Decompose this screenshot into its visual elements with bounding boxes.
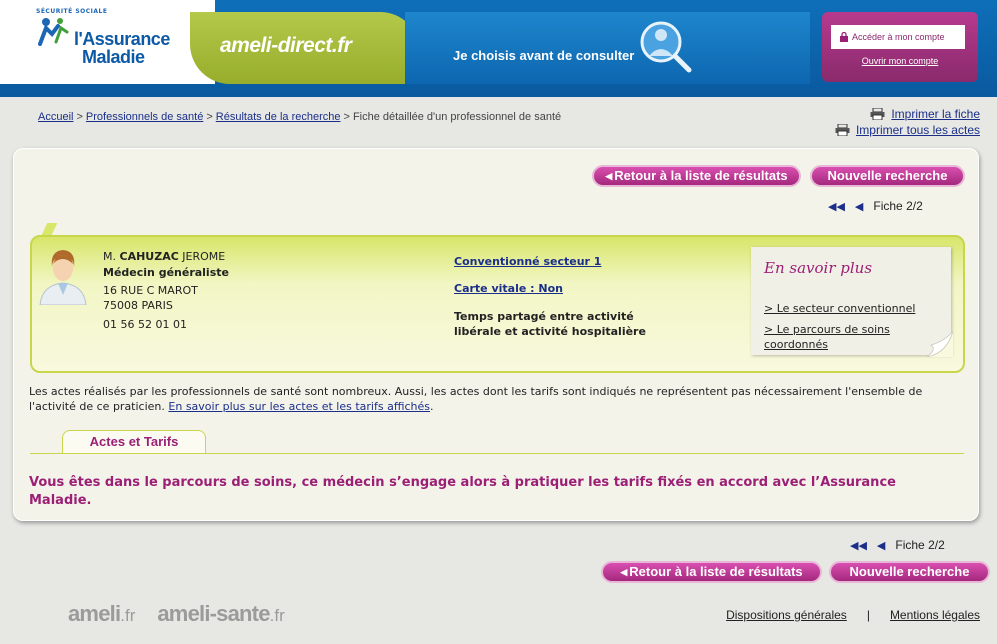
logo-tagline: SÉCURITÉ SOCIALE bbox=[36, 8, 108, 15]
lock-icon bbox=[840, 32, 848, 42]
doctor-address1: 16 RUE C MAROT bbox=[103, 284, 198, 297]
slogan-text: Je choisis avant de consulter bbox=[453, 48, 635, 63]
pager-label: Fiche 2/2 bbox=[873, 199, 923, 213]
en-savoir-plus-box: En savoir plus > Le secteur conventionne… bbox=[751, 247, 953, 357]
footer-separator: | bbox=[866, 608, 870, 622]
account-access-label: Accéder à mon compte bbox=[852, 32, 945, 42]
doctor-name: M. CAHUZAC JEROME bbox=[103, 249, 229, 265]
ameli-sante-logo[interactable]: ameli-sante.fr bbox=[157, 601, 284, 626]
previous-page-icon[interactable]: ◀ bbox=[855, 201, 863, 213]
breadcrumb-professionnels[interactable]: Professionnels de santé bbox=[86, 111, 203, 123]
new-search-button[interactable]: Nouvelle recherche bbox=[810, 165, 965, 187]
actes-notice: Les actes réalisés par les professionnel… bbox=[29, 384, 959, 414]
new-search-button[interactable]: Nouvelle recherche bbox=[829, 561, 990, 583]
actes-info-link[interactable]: En savoir plus sur les actes et les tari… bbox=[168, 400, 430, 413]
doctor-info: M. CAHUZAC JEROME Médecin généraliste 16… bbox=[103, 249, 229, 333]
doctor-card: M. CAHUZAC JEROME Médecin généraliste 16… bbox=[30, 235, 965, 373]
breadcrumb-separator: > bbox=[76, 111, 83, 123]
actes-notice-text: Les actes réalisés par les professionnel… bbox=[29, 385, 923, 413]
pager-label: Fiche 2/2 bbox=[895, 538, 945, 552]
doctor-avatar-icon bbox=[39, 250, 87, 305]
magnifier-doctor-icon bbox=[640, 21, 692, 73]
breadcrumb-home[interactable]: Accueil bbox=[38, 111, 73, 123]
back-arrow-icon: ◀ bbox=[605, 171, 613, 181]
back-to-results-label: Retour à la liste de résultats bbox=[614, 168, 788, 183]
first-page-icon[interactable]: ◀◀ bbox=[828, 201, 845, 213]
dispositions-generales-link[interactable]: Dispositions générales bbox=[726, 608, 847, 622]
ameli-sante-logo-main: ameli-sante bbox=[157, 601, 270, 626]
print-sheet-link[interactable]: Imprimer la fiche bbox=[891, 107, 980, 121]
logo-line2: Maladie bbox=[82, 47, 145, 67]
breadcrumb-current: Fiche détaillée d'un professionnel de sa… bbox=[352, 111, 562, 123]
printer-icon bbox=[870, 108, 885, 120]
parcours-soins-link-line1: > Le parcours de soins bbox=[764, 323, 890, 336]
printer-icon bbox=[835, 124, 850, 136]
logo-figures-icon bbox=[38, 18, 69, 46]
print-all-link[interactable]: Imprimer tous les actes bbox=[856, 123, 980, 137]
parcours-message: Vous êtes dans le parcours de soins, ce … bbox=[29, 475, 896, 508]
actes-notice-end: . bbox=[429, 400, 434, 413]
detail-panel: ◀ Retour à la liste de résultats Nouvelle… bbox=[13, 148, 979, 521]
print-links: Imprimer la fiche Imprimer tous les acte… bbox=[835, 107, 980, 139]
doctor-specialty: Médecin généraliste bbox=[103, 266, 229, 279]
slogan-band: Je choisis avant de consulter bbox=[405, 12, 810, 84]
carte-vitale-link[interactable]: Carte vitale : Non bbox=[454, 282, 646, 295]
first-page-icon[interactable]: ◀◀ bbox=[850, 540, 867, 552]
doctor-lastname: CAHUZAC bbox=[119, 250, 179, 263]
site-name-tab[interactable]: ameli-direct.fr bbox=[190, 12, 420, 84]
breadcrumb-separator: > bbox=[343, 111, 350, 123]
assurance-maladie-logo[interactable]: SÉCURITÉ SOCIALE l'Assurance Maladie bbox=[0, 0, 215, 84]
pager-top: ◀◀ ◀ Fiche 2/2 bbox=[828, 199, 923, 213]
back-to-results-button[interactable]: ◀ Retour à la liste de résultats bbox=[592, 165, 801, 187]
footer-logos: ameli.fr ameli-sante.fr bbox=[68, 601, 285, 627]
new-search-label: Nouvelle recherche bbox=[827, 168, 948, 183]
previous-page-icon[interactable]: ◀ bbox=[877, 540, 885, 552]
pager-bottom: ◀◀ ◀ Fiche 2/2 bbox=[850, 538, 945, 552]
mentions-legales-link[interactable]: Mentions légales bbox=[890, 608, 980, 622]
ameli-logo[interactable]: ameli.fr bbox=[68, 601, 135, 626]
doctor-status: Conventionné secteur 1 Carte vitale : No… bbox=[454, 255, 646, 339]
account-access-button[interactable]: Accéder à mon compte bbox=[831, 25, 965, 49]
activity-line2: libérale et activité hospitalière bbox=[454, 325, 646, 338]
doctor-phone: 01 56 52 01 01 bbox=[103, 318, 187, 331]
back-arrow-icon: ◀ bbox=[620, 567, 628, 577]
activity-line1: Temps partagé entre activité bbox=[454, 310, 634, 323]
new-search-label: Nouvelle recherche bbox=[849, 564, 970, 579]
breadcrumb-separator: > bbox=[206, 111, 213, 123]
breadcrumb: Accueil > Professionnels de santé > Résultat… bbox=[38, 111, 561, 123]
open-account-link[interactable]: Ouvrir mon compte bbox=[822, 56, 978, 66]
footer-links: Dispositions générales | Mentions légales bbox=[726, 608, 980, 622]
breadcrumb-resultats[interactable]: Résultats de la recherche bbox=[216, 111, 341, 123]
doctor-title: M. bbox=[103, 250, 116, 263]
ameli-logo-main: ameli bbox=[68, 601, 121, 626]
parcours-soins-link[interactable]: > Le parcours de soins coordonnés bbox=[764, 322, 890, 352]
tab-actes-et-tarifs[interactable]: Actes et Tarifs bbox=[62, 430, 206, 454]
ameli-logo-tld: .fr bbox=[120, 606, 136, 625]
convention-link[interactable]: Conventionné secteur 1 bbox=[454, 255, 646, 268]
parcours-soins-link-line2: coordonnés bbox=[764, 338, 828, 351]
tab-divider bbox=[30, 453, 964, 454]
account-box: Accéder à mon compte Ouvrir mon compte bbox=[822, 12, 978, 82]
doctor-address2: 75008 PARIS bbox=[103, 299, 173, 312]
secteur-conventionnel-link[interactable]: > Le secteur conventionnel bbox=[764, 302, 915, 315]
page-curl-decoration bbox=[927, 331, 953, 357]
back-to-results-label: Retour à la liste de résultats bbox=[629, 564, 803, 579]
site-name: ameli-direct.fr bbox=[220, 34, 352, 57]
site-header: SÉCURITÉ SOCIALE l'Assurance Maladie ame… bbox=[0, 0, 997, 97]
en-savoir-plus-title: En savoir plus bbox=[764, 259, 873, 277]
doctor-firstname: JEROME bbox=[182, 250, 226, 263]
back-to-results-button[interactable]: ◀ Retour à la liste de résultats bbox=[601, 561, 822, 583]
ameli-sante-logo-tld: .fr bbox=[269, 606, 285, 625]
